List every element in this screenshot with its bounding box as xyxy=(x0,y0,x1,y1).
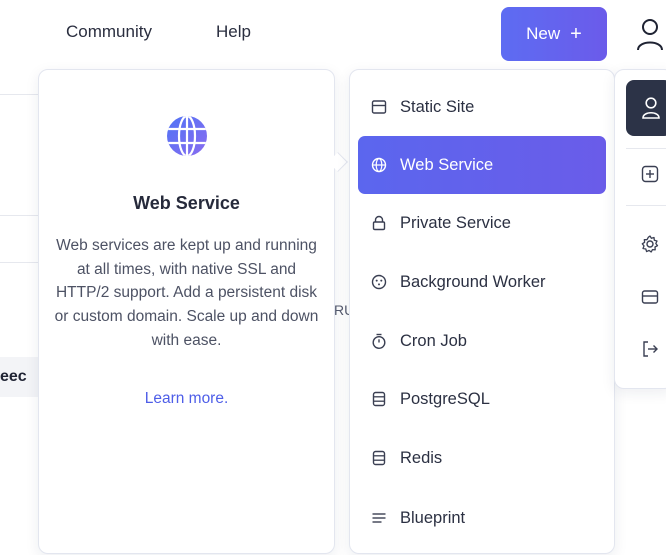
learn-more-link[interactable]: Learn more. xyxy=(38,390,335,408)
new-button-label: New xyxy=(526,24,561,43)
globe-icon xyxy=(167,116,207,156)
menu-item-label: Web Service xyxy=(400,155,494,174)
menu-item-background-worker[interactable]: Background Worker xyxy=(358,253,606,311)
database-icon xyxy=(372,391,386,407)
background-divider xyxy=(0,215,40,216)
menu-item-cron-job[interactable]: Cron Job xyxy=(358,312,606,370)
rail-profile-button[interactable] xyxy=(626,80,666,136)
top-navigation-bar: Community Help New + xyxy=(0,0,666,66)
menu-item-label: Static Site xyxy=(400,97,475,116)
globe-icon xyxy=(371,157,387,173)
billing-card-icon[interactable] xyxy=(640,287,660,307)
worker-icon xyxy=(371,274,387,290)
background-row-text: eec xyxy=(0,368,27,385)
user-icon xyxy=(642,97,660,119)
menu-item-label: Private Service xyxy=(400,213,511,232)
menu-item-label: Blueprint xyxy=(400,508,466,527)
menu-item-private-service[interactable]: Private Service xyxy=(358,194,606,252)
background-divider xyxy=(0,262,40,263)
menu-item-label: Cron Job xyxy=(400,331,467,350)
menu-item-label: PostgreSQL xyxy=(400,389,490,408)
info-card-title: Web Service xyxy=(133,193,240,213)
new-button[interactable]: New + xyxy=(501,7,607,61)
menu-item-redis[interactable]: Redis xyxy=(358,429,606,487)
logout-icon[interactable] xyxy=(640,339,660,359)
database-icon xyxy=(372,450,386,466)
stopwatch-icon xyxy=(372,333,386,350)
static-site-icon xyxy=(371,100,387,114)
info-card-description: Web services are kept up and running at … xyxy=(54,237,319,349)
lines-icon xyxy=(372,513,386,523)
plus-icon: + xyxy=(570,23,582,45)
add-icon[interactable] xyxy=(640,164,660,184)
lock-icon xyxy=(372,215,386,231)
gear-icon[interactable] xyxy=(640,234,660,254)
rail-divider xyxy=(626,148,666,149)
background-divider xyxy=(0,94,40,95)
nav-link-help[interactable]: Help xyxy=(216,22,251,42)
nav-link-community[interactable]: Community xyxy=(66,22,152,42)
menu-item-web-service[interactable]: Web Service xyxy=(358,136,606,194)
menu-item-blueprint[interactable]: Blueprint xyxy=(358,489,606,547)
menu-item-label: Redis xyxy=(400,448,443,467)
user-avatar-icon[interactable] xyxy=(634,14,666,54)
rail-divider xyxy=(626,205,666,206)
menu-item-label: Background Worker xyxy=(400,272,546,291)
menu-item-static-site[interactable]: Static Site xyxy=(358,78,606,136)
menu-item-postgresql[interactable]: PostgreSQL xyxy=(358,370,606,428)
